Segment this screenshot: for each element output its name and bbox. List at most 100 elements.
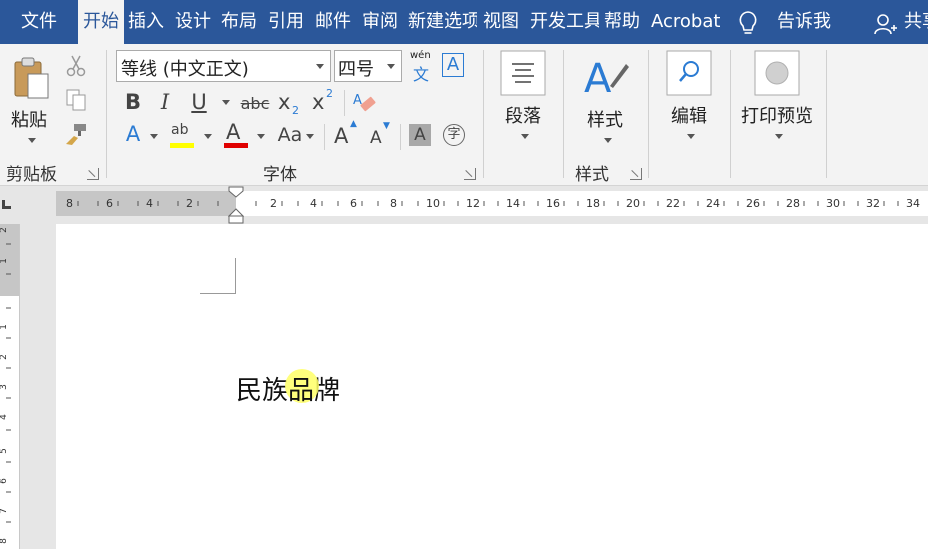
margin-corner-mark xyxy=(235,258,236,293)
highlight-dropdown-icon[interactable] xyxy=(204,134,212,139)
change-case-button[interactable]: Aa xyxy=(275,124,305,146)
highlight-color-bar xyxy=(170,143,194,148)
print-preview-dropdown-icon xyxy=(775,134,783,139)
shrink-font-button[interactable]: A ▼ xyxy=(368,121,394,150)
font-name-combo[interactable]: 等线 (中文正文) xyxy=(116,50,331,82)
tab-review[interactable]: 审阅 xyxy=(362,0,402,44)
share-label: 共享 xyxy=(904,11,928,32)
shrink-font-arrow-icon: ▼ xyxy=(383,121,390,131)
divider xyxy=(826,50,827,178)
font-size-combo[interactable]: 四号 xyxy=(334,50,402,82)
paragraph-icon xyxy=(500,50,546,96)
subscript-button[interactable]: x 2 xyxy=(278,90,304,117)
tell-me-label: 告诉我 xyxy=(777,11,831,32)
tell-me-button[interactable]: 告诉我 xyxy=(737,0,837,44)
styles-launcher-icon[interactable] xyxy=(630,168,642,180)
italic-button[interactable]: I xyxy=(154,90,176,114)
font-size-dropdown-icon xyxy=(387,64,395,69)
styles-group-label: 样式 xyxy=(575,165,609,185)
grow-font-text: A xyxy=(334,124,349,148)
share-button[interactable]: 共享 xyxy=(873,0,928,44)
bold-button[interactable]: B xyxy=(122,90,144,114)
vruler-tick-marks xyxy=(6,243,11,523)
paragraph-button[interactable]: 段落 xyxy=(494,50,554,150)
divider xyxy=(344,90,345,116)
paragraph-dropdown-icon xyxy=(521,134,529,139)
tab-layout[interactable]: 布局 xyxy=(221,0,261,44)
divider xyxy=(648,50,649,178)
editing-label: 编辑 xyxy=(671,106,707,127)
font-name-dropdown-icon xyxy=(316,64,324,69)
vertical-ruler-ticks: 2 1 1 2 3 4 5 6 7 8 xyxy=(0,224,19,549)
tab-help[interactable]: 帮助 xyxy=(604,0,644,44)
document-text-highlight-char: 品 xyxy=(288,376,315,406)
grow-font-button[interactable]: A ▲ xyxy=(334,119,360,150)
phonetic-guide-top-text: wén xyxy=(410,50,431,61)
tab-file[interactable]: 文件 xyxy=(0,0,78,44)
clipboard-group-label: 剪贴板 xyxy=(6,165,57,185)
share-person-icon xyxy=(874,14,897,35)
strikethrough-button[interactable]: abc xyxy=(240,94,270,113)
font-color-dropdown-icon[interactable] xyxy=(257,134,265,139)
grow-font-arrow-icon: ▲ xyxy=(350,119,357,129)
clipboard-launcher-icon[interactable] xyxy=(87,168,99,180)
text-effects-button[interactable]: A xyxy=(121,122,145,146)
ribbon: 粘贴 剪贴板 等线 (中文正文) 四号 wén 文 A B I U abc x … xyxy=(0,44,928,186)
print-preview-icon xyxy=(754,50,800,96)
paste-dropdown-icon xyxy=(28,138,36,143)
clear-formatting-icon[interactable]: A xyxy=(352,90,378,116)
superscript-button[interactable]: x 2 xyxy=(312,87,338,116)
font-launcher-icon[interactable] xyxy=(464,168,476,180)
underline-dropdown-icon[interactable] xyxy=(222,100,230,105)
font-group-label: 字体 xyxy=(263,165,297,185)
print-preview-button[interactable]: 打印预览 xyxy=(738,50,818,150)
find-icon xyxy=(666,50,712,96)
document-page[interactable]: 民族 品牌 xyxy=(56,224,928,549)
tab-references[interactable]: 引用 xyxy=(268,0,308,44)
print-preview-label: 打印预览 xyxy=(741,106,813,127)
format-painter-icon[interactable] xyxy=(64,122,88,146)
editing-dropdown-icon xyxy=(687,134,695,139)
copy-icon[interactable] xyxy=(64,88,88,112)
cut-icon[interactable] xyxy=(64,54,88,78)
enclose-characters-button[interactable]: 字 xyxy=(443,124,465,146)
editing-button[interactable]: 编辑 xyxy=(660,50,720,150)
tab-new-options[interactable]: 新建选项 xyxy=(408,0,477,44)
tab-insert[interactable]: 插入 xyxy=(128,0,168,44)
subscript-mark: 2 xyxy=(292,104,299,117)
divider xyxy=(400,124,401,150)
styles-button[interactable]: A 样式 xyxy=(576,50,636,150)
character-border-button[interactable]: A xyxy=(442,53,464,77)
ribbon-tab-bar: 文件 开始 插入 设计 布局 引用 邮件 审阅 新建选项 视图 开发工具 帮助 … xyxy=(0,0,928,44)
divider xyxy=(106,50,107,178)
font-size-value: 四号 xyxy=(338,59,374,80)
paste-button[interactable]: 粘贴 xyxy=(6,54,54,150)
tab-design[interactable]: 设计 xyxy=(175,0,215,44)
paste-label: 粘贴 xyxy=(11,110,47,131)
margin-corner-mark xyxy=(200,293,236,294)
highlight-button[interactable]: ab xyxy=(168,120,200,150)
document-text-before: 民族 xyxy=(236,376,289,406)
divider xyxy=(730,50,731,178)
divider xyxy=(324,124,325,150)
indent-marker-icon[interactable] xyxy=(228,186,244,224)
styles-icon: A xyxy=(584,56,629,98)
tab-home[interactable]: 开始 xyxy=(78,0,124,44)
change-case-dropdown-icon[interactable] xyxy=(306,134,314,139)
tab-view[interactable]: 视图 xyxy=(483,0,523,44)
styles-label: 样式 xyxy=(587,110,623,131)
document-text[interactable]: 民族 品牌 xyxy=(236,369,340,407)
phonetic-guide-button[interactable]: wén 文 xyxy=(408,50,436,84)
tab-mailings[interactable]: 邮件 xyxy=(315,0,355,44)
text-effects-dropdown-icon[interactable] xyxy=(150,134,158,139)
document-text-highlighted-char: 品 xyxy=(285,369,320,407)
underline-button[interactable]: U xyxy=(188,90,210,114)
font-name-value: 等线 (中文正文) xyxy=(121,59,249,80)
font-color-button[interactable]: A xyxy=(222,120,252,150)
paragraph-label: 段落 xyxy=(505,106,541,127)
character-shading-button[interactable]: A xyxy=(409,124,431,146)
superscript-base: x xyxy=(312,90,325,114)
tab-acrobat[interactable]: Acrobat xyxy=(651,0,720,44)
ruler-tick-marks xyxy=(77,201,899,206)
tab-developer[interactable]: 开发工具 xyxy=(530,0,599,44)
